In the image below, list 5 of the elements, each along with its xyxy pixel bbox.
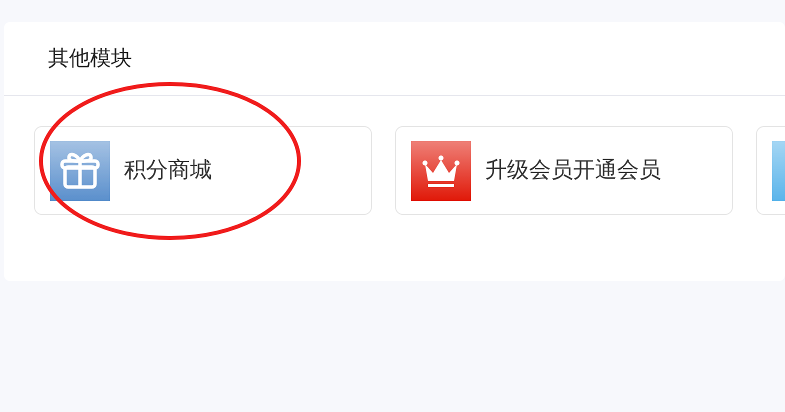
panel-title: 其他模块 (48, 44, 132, 72)
module-label: 积分商城 (124, 157, 212, 185)
module-label: 升级会员开通会员 (485, 157, 661, 185)
module-tile[interactable]: 升级会员开通会员 (395, 126, 733, 215)
module-tile[interactable]: 积分商城 (34, 126, 372, 215)
